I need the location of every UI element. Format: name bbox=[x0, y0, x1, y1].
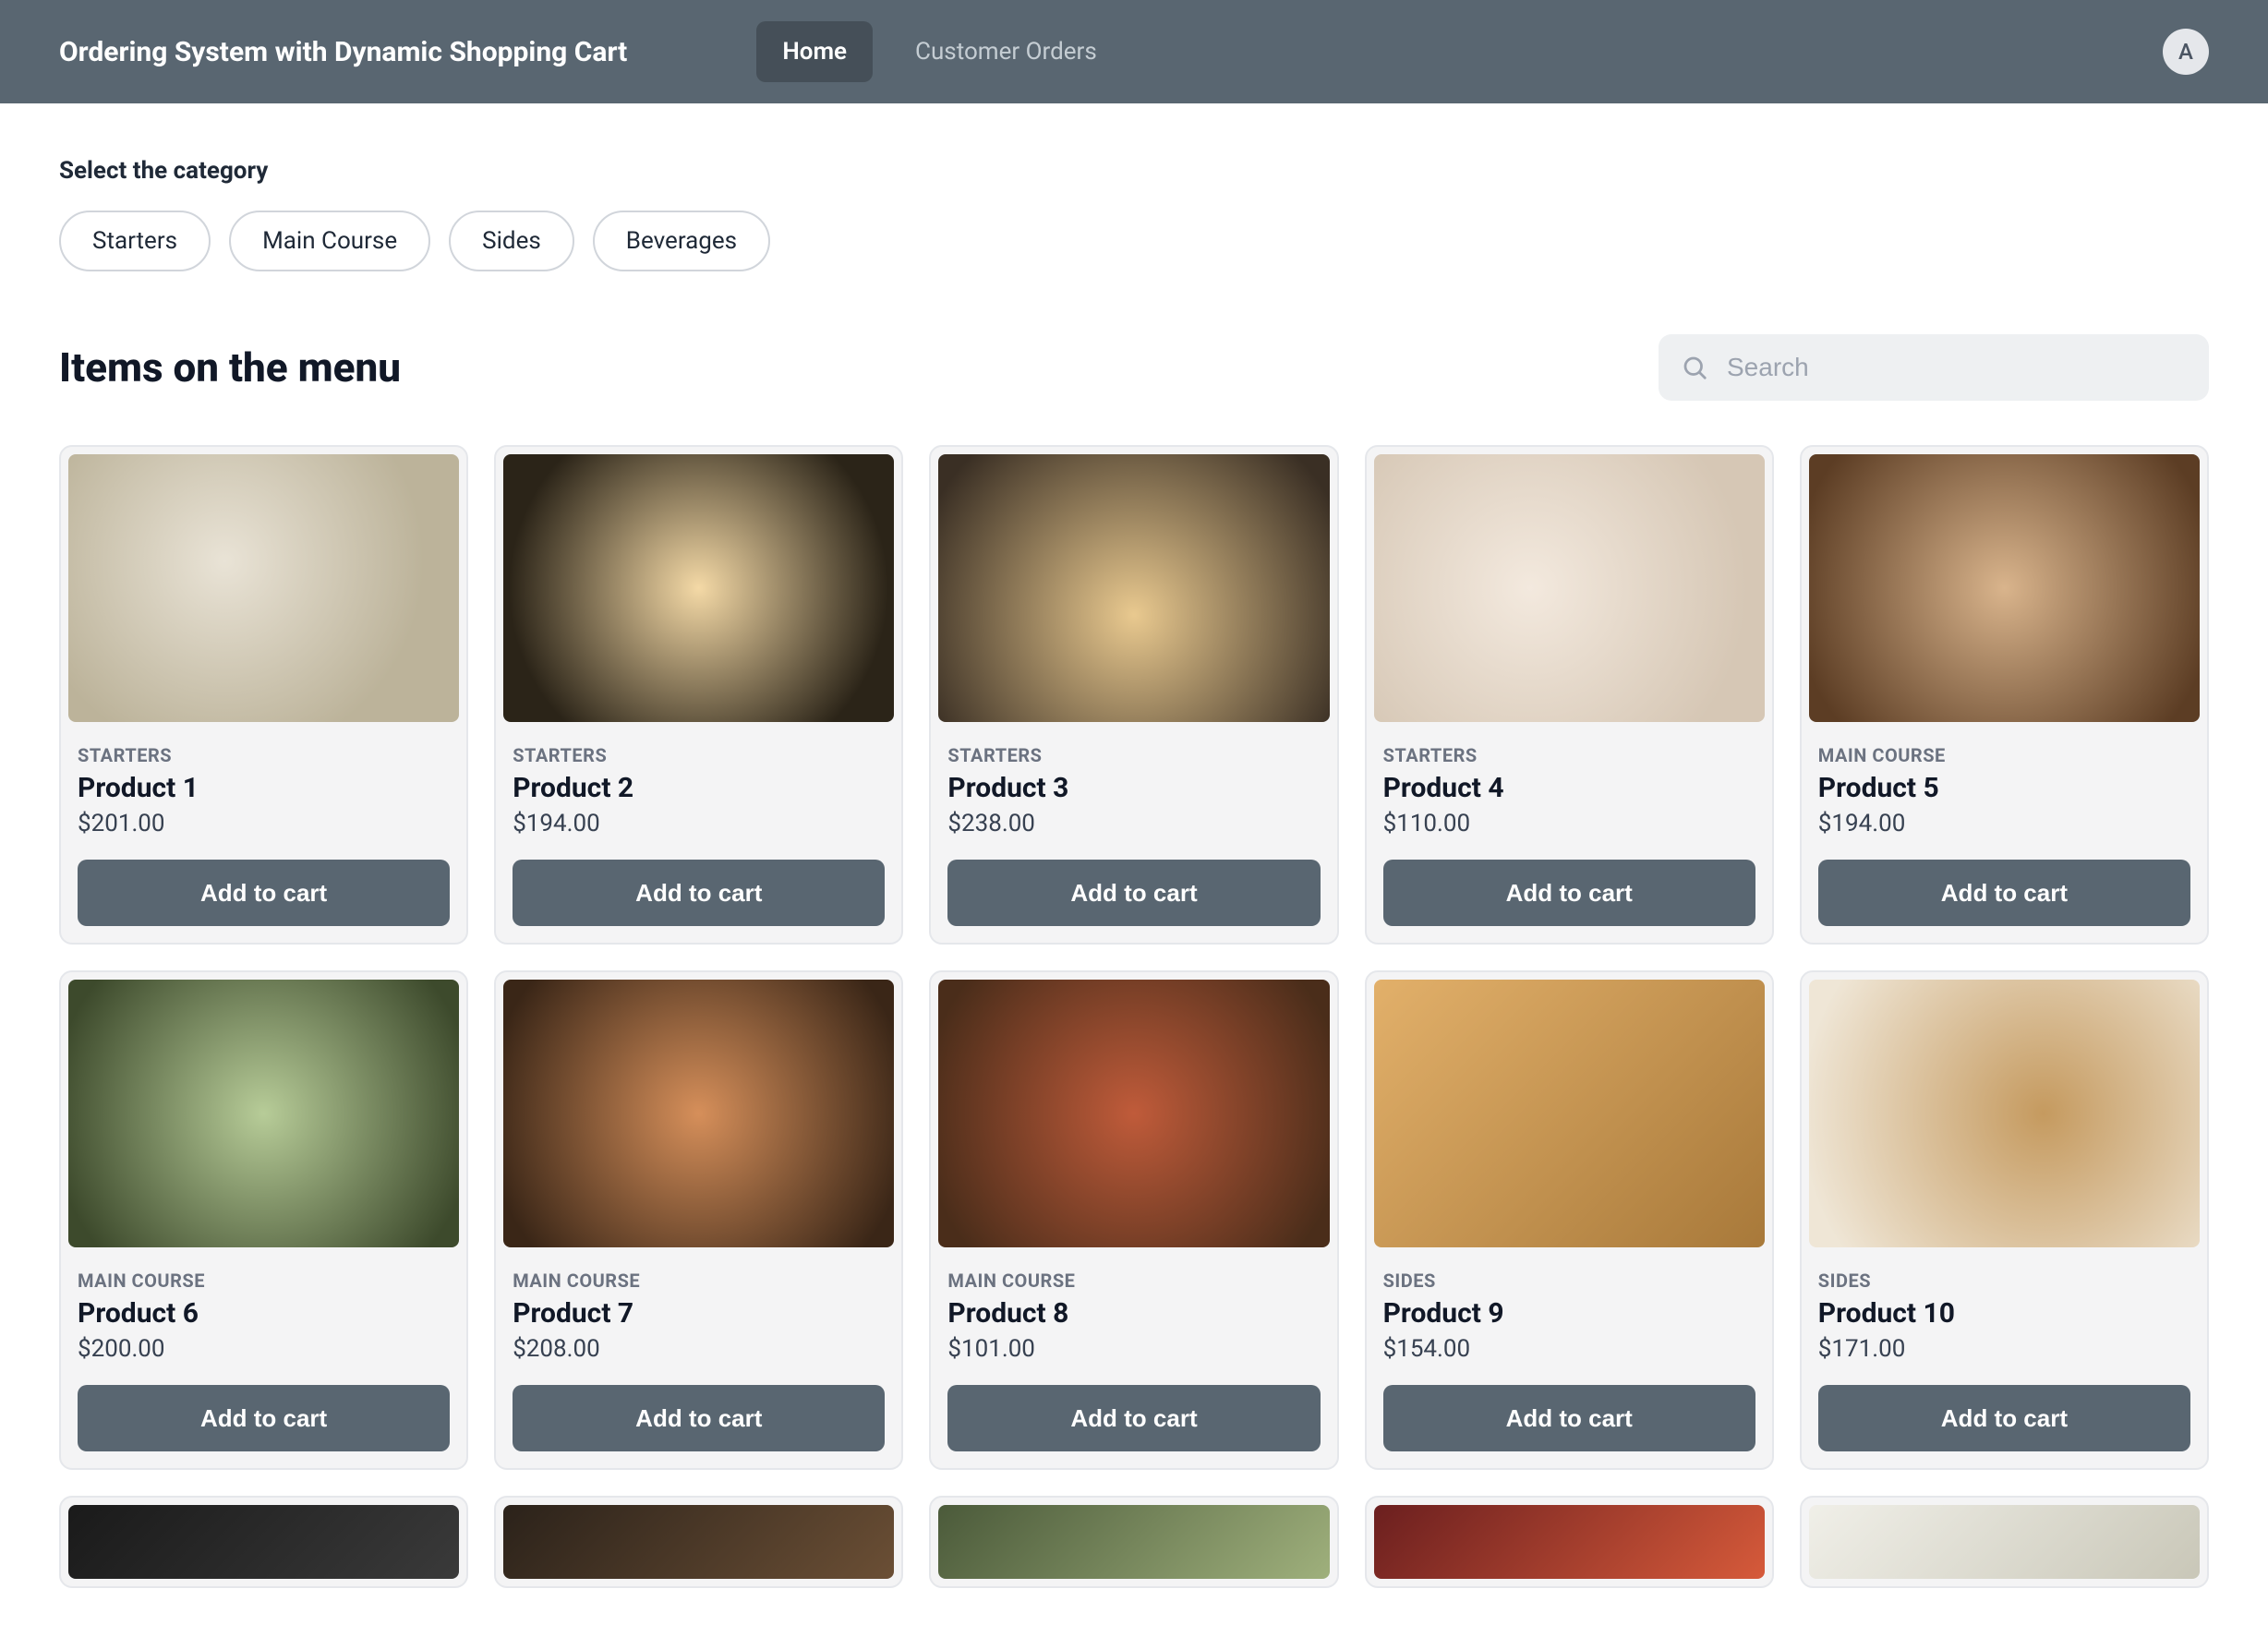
product-category: STARTERS bbox=[513, 744, 885, 766]
product-category: STARTERS bbox=[78, 744, 450, 766]
product-card: STARTERS Product 1 $201.00 Add to cart bbox=[59, 445, 468, 945]
page-content: Select the category Starters Main Course… bbox=[0, 103, 2268, 1625]
product-category: MAIN COURSE bbox=[78, 1270, 450, 1292]
product-card: MAIN COURSE Product 8 $101.00 Add to car… bbox=[929, 970, 1338, 1470]
product-card bbox=[1800, 1496, 2209, 1588]
product-image bbox=[503, 1505, 894, 1579]
nav-home[interactable]: Home bbox=[756, 21, 873, 82]
product-category: MAIN COURSE bbox=[513, 1270, 885, 1292]
product-card: MAIN COURSE Product 5 $194.00 Add to car… bbox=[1800, 445, 2209, 945]
add-to-cart-button[interactable]: Add to cart bbox=[947, 860, 1320, 926]
product-category: MAIN COURSE bbox=[1818, 744, 2190, 766]
search-icon bbox=[1681, 354, 1708, 381]
product-card bbox=[1365, 1496, 1774, 1588]
product-category: SIDES bbox=[1383, 1270, 1755, 1292]
product-image bbox=[938, 980, 1329, 1247]
category-chips: Starters Main Course Sides Beverages bbox=[59, 211, 2209, 271]
product-price: $110.00 bbox=[1383, 810, 1755, 837]
product-price: $101.00 bbox=[947, 1335, 1320, 1363]
product-category: SIDES bbox=[1818, 1270, 2190, 1292]
chip-main-course[interactable]: Main Course bbox=[229, 211, 430, 271]
product-name: Product 7 bbox=[513, 1297, 885, 1330]
product-card bbox=[494, 1496, 903, 1588]
product-name: Product 6 bbox=[78, 1297, 450, 1330]
product-image bbox=[1809, 980, 2200, 1247]
chip-sides[interactable]: Sides bbox=[449, 211, 574, 271]
product-card: MAIN COURSE Product 7 $208.00 Add to car… bbox=[494, 970, 903, 1470]
product-price: $194.00 bbox=[513, 810, 885, 837]
product-name: Product 4 bbox=[1383, 772, 1755, 804]
add-to-cart-button[interactable]: Add to cart bbox=[1383, 860, 1755, 926]
product-card bbox=[929, 1496, 1338, 1588]
product-card: STARTERS Product 3 $238.00 Add to cart bbox=[929, 445, 1338, 945]
add-to-cart-button[interactable]: Add to cart bbox=[78, 860, 450, 926]
add-to-cart-button[interactable]: Add to cart bbox=[947, 1385, 1320, 1451]
chip-starters[interactable]: Starters bbox=[59, 211, 211, 271]
product-grid: STARTERS Product 1 $201.00 Add to cart S… bbox=[59, 445, 2209, 1588]
nav-customer-orders[interactable]: Customer Orders bbox=[889, 21, 1123, 82]
product-image bbox=[1374, 454, 1765, 722]
product-price: $208.00 bbox=[513, 1335, 885, 1363]
product-image bbox=[938, 1505, 1329, 1579]
product-name: Product 5 bbox=[1818, 772, 2190, 804]
product-price: $171.00 bbox=[1818, 1335, 2190, 1363]
product-image bbox=[68, 454, 459, 722]
add-to-cart-button[interactable]: Add to cart bbox=[1818, 860, 2190, 926]
product-category: STARTERS bbox=[947, 744, 1320, 766]
product-name: Product 9 bbox=[1383, 1297, 1755, 1330]
menu-header: Items on the menu bbox=[59, 334, 2209, 401]
add-to-cart-button[interactable]: Add to cart bbox=[1818, 1385, 2190, 1451]
product-name: Product 10 bbox=[1818, 1297, 2190, 1330]
product-name: Product 3 bbox=[947, 772, 1320, 804]
product-category: MAIN COURSE bbox=[947, 1270, 1320, 1292]
product-image bbox=[1809, 1505, 2200, 1579]
search-wrapper bbox=[1659, 334, 2209, 401]
product-image bbox=[938, 454, 1329, 722]
product-price: $154.00 bbox=[1383, 1335, 1755, 1363]
product-card: SIDES Product 9 $154.00 Add to cart bbox=[1365, 970, 1774, 1470]
add-to-cart-button[interactable]: Add to cart bbox=[78, 1385, 450, 1451]
product-name: Product 2 bbox=[513, 772, 885, 804]
product-image bbox=[1374, 980, 1765, 1247]
product-price: $201.00 bbox=[78, 810, 450, 837]
add-to-cart-button[interactable]: Add to cart bbox=[513, 1385, 885, 1451]
product-image bbox=[68, 1505, 459, 1579]
product-card: MAIN COURSE Product 6 $200.00 Add to car… bbox=[59, 970, 468, 1470]
product-image bbox=[1809, 454, 2200, 722]
add-to-cart-button[interactable]: Add to cart bbox=[1383, 1385, 1755, 1451]
product-price: $194.00 bbox=[1818, 810, 2190, 837]
product-image bbox=[1374, 1505, 1765, 1579]
product-image bbox=[503, 454, 894, 722]
category-label: Select the category bbox=[59, 157, 2209, 185]
search-input[interactable] bbox=[1659, 334, 2209, 401]
product-image bbox=[68, 980, 459, 1247]
product-name: Product 8 bbox=[947, 1297, 1320, 1330]
app-header: Ordering System with Dynamic Shopping Ca… bbox=[0, 0, 2268, 103]
app-title: Ordering System with Dynamic Shopping Ca… bbox=[59, 36, 627, 68]
avatar[interactable]: A bbox=[2163, 29, 2209, 75]
top-nav: Home Customer Orders bbox=[756, 21, 1122, 82]
product-price: $238.00 bbox=[947, 810, 1320, 837]
product-category: STARTERS bbox=[1383, 744, 1755, 766]
product-price: $200.00 bbox=[78, 1335, 450, 1363]
product-card: STARTERS Product 4 $110.00 Add to cart bbox=[1365, 445, 1774, 945]
product-card bbox=[59, 1496, 468, 1588]
add-to-cart-button[interactable]: Add to cart bbox=[513, 860, 885, 926]
product-card: SIDES Product 10 $171.00 Add to cart bbox=[1800, 970, 2209, 1470]
chip-beverages[interactable]: Beverages bbox=[593, 211, 770, 271]
product-card: STARTERS Product 2 $194.00 Add to cart bbox=[494, 445, 903, 945]
menu-title: Items on the menu bbox=[59, 343, 401, 391]
product-image bbox=[503, 980, 894, 1247]
product-name: Product 1 bbox=[78, 772, 450, 804]
